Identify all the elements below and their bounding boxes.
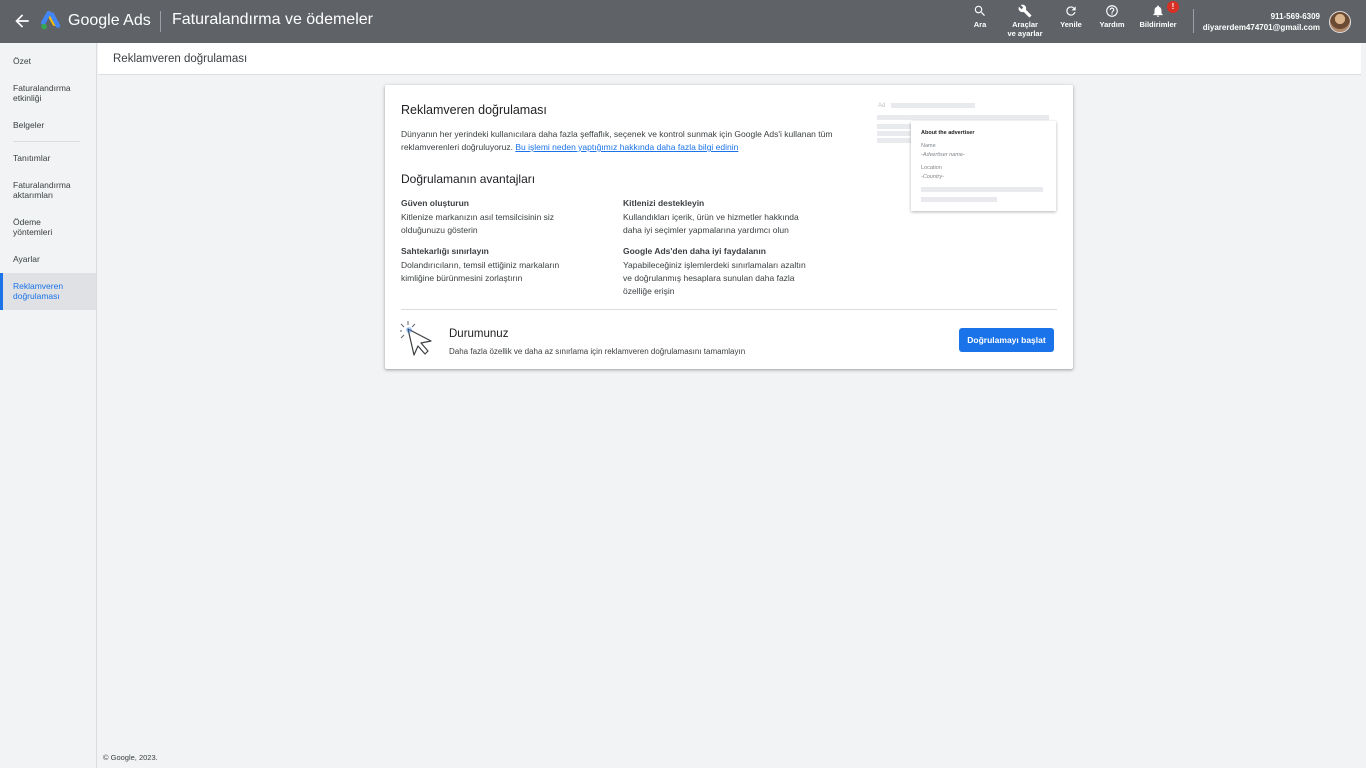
placeholder-bar [891,103,975,108]
tools-and-settings-button[interactable]: Araçlar ve ayarlar [1004,4,1046,38]
avatar[interactable] [1329,11,1351,33]
benefit-item: Güven oluşturun Kitlenize markanızın ası… [401,197,591,237]
benefit-text: Dolandırıcıların, temsil ettiğiniz marka… [401,260,560,283]
benefit-heading: Google Ads'den daha iyi faydalanın [623,246,766,256]
name-label: Name [921,143,936,149]
google-ads-logo [40,10,61,30]
refresh-label: Yenile [1060,20,1082,29]
customer-id: 911-569-6309 [1270,12,1320,21]
location-value: -Country- [921,174,944,180]
refresh-button[interactable]: Yenile [1058,4,1084,29]
benefit-item: Kitlenizi destekleyin Kullandıkları içer… [623,197,803,237]
benefit-item: Google Ads'den daha iyi faydalanın Yapab… [623,245,813,298]
sidebar-item-summary[interactable]: Özet [0,56,96,66]
tools-label-line1: Araçlar [1012,20,1038,29]
help-icon [1106,5,1118,17]
help-label: Yardım [1099,20,1125,29]
sidebar-item-settings[interactable]: Ayarlar [0,254,96,264]
notifications-button[interactable]: ! Bildirimler [1137,1,1179,29]
top-app-bar: Google Ads Faturalandırma ve ödemeler Ar… [0,0,1366,43]
card-title: Reklamveren doğrulaması [401,103,547,117]
benefit-heading: Sahtekarlığı sınırlayın [401,246,489,256]
notification-badge: ! [1167,1,1179,13]
sidebar-item-advertiser-verification[interactable]: Reklamveren doğrulaması [0,273,96,310]
benefit-text: Kullandıkları içerik, ürün ve hizmetler … [623,212,799,235]
brand-name: Google Ads [68,12,151,29]
name-value: -Advertiser name- [921,152,965,158]
sidebar-divider [13,141,80,142]
notifications-label: Bildirimler [1139,20,1177,29]
cursor-click-icon [400,321,432,356]
page-title: Faturalandırma ve ödemeler [172,11,373,28]
title-divider [160,11,161,32]
sidebar-item-documents[interactable]: Belgeler [0,120,96,130]
verification-card: Reklamveren doğrulaması Dünyanın her yer… [385,85,1073,369]
location-label: Location [921,165,942,171]
refresh-icon [1066,6,1076,16]
search-label: Ara [973,20,987,29]
placeholder-bar [877,124,911,129]
tools-label-line2: ve ayarlar [1007,29,1043,38]
advertiser-info-illustration: Ad About the advertiser Name -Advertiser… [875,99,1065,219]
toolbar-divider [1193,9,1194,33]
benefits-title: Doğrulamanın avantajları [401,172,536,186]
account-email: diyarerdem474701@gmail.com [1202,23,1320,32]
benefit-heading: Güven oluşturun [401,198,469,208]
benefit-heading: Kitlenizi destekleyin [623,198,705,208]
search-button[interactable]: Ara [970,4,990,29]
sidebar-item-payment-methods[interactable]: Ödeme yöntemleri [0,217,70,237]
content-header: Reklamveren doğrulaması [98,43,1361,75]
back-arrow-icon[interactable] [12,11,32,31]
placeholder-bar [921,197,997,202]
learn-more-link[interactable]: Bu işlemi neden yaptığımız hakkında daha… [515,142,738,152]
placeholder-bar [877,138,911,143]
account-info[interactable]: 911-569-6309 diyarerdem474701@gmail.com [1203,11,1320,33]
start-verification-button[interactable]: Doğrulamayı başlat [959,328,1054,352]
ad-label: Ad [878,103,886,109]
benefit-text: Kitlenize markanızın asıl temsilcisinin … [401,212,555,235]
sidebar-item-promotions[interactable]: Tanıtımlar [0,153,96,163]
benefit-text: Yapabileceğiniz işlemlerdeki sınırlamala… [623,260,806,296]
sidebar: Özet Faturalandırma etkinliği Belgeler T… [0,43,97,768]
placeholder-bar [877,115,1049,120]
status-title: Durumunuz [449,328,509,340]
placeholder-bar [921,187,1043,192]
benefit-item: Sahtekarlığı sınırlayın Dolandırıcıların… [401,245,591,285]
wrench-icon [1018,4,1032,18]
intro-paragraph: Dünyanın her yerindeki kullanıcılara dah… [401,128,851,154]
sidebar-item-billing-activity[interactable]: Faturalandırma etkinliği [0,83,84,103]
search-icon [974,5,985,16]
card-divider [401,309,1057,310]
status-text: Daha fazla özellik ve daha az sınırlama … [449,347,746,356]
placeholder-bar [877,131,911,136]
footer-copyright: © Google, 2023. [103,753,158,762]
bell-icon [1153,5,1163,17]
advertiser-popup: About the advertiser Name -Advertiser na… [911,121,1056,211]
popup-heading: About the advertiser [921,130,975,136]
help-button[interactable]: Yardım [1097,4,1127,29]
sidebar-item-billing-transfers[interactable]: Faturalandırma aktarımları [0,180,84,200]
section-title: Reklamveren doğrulaması [113,53,248,65]
